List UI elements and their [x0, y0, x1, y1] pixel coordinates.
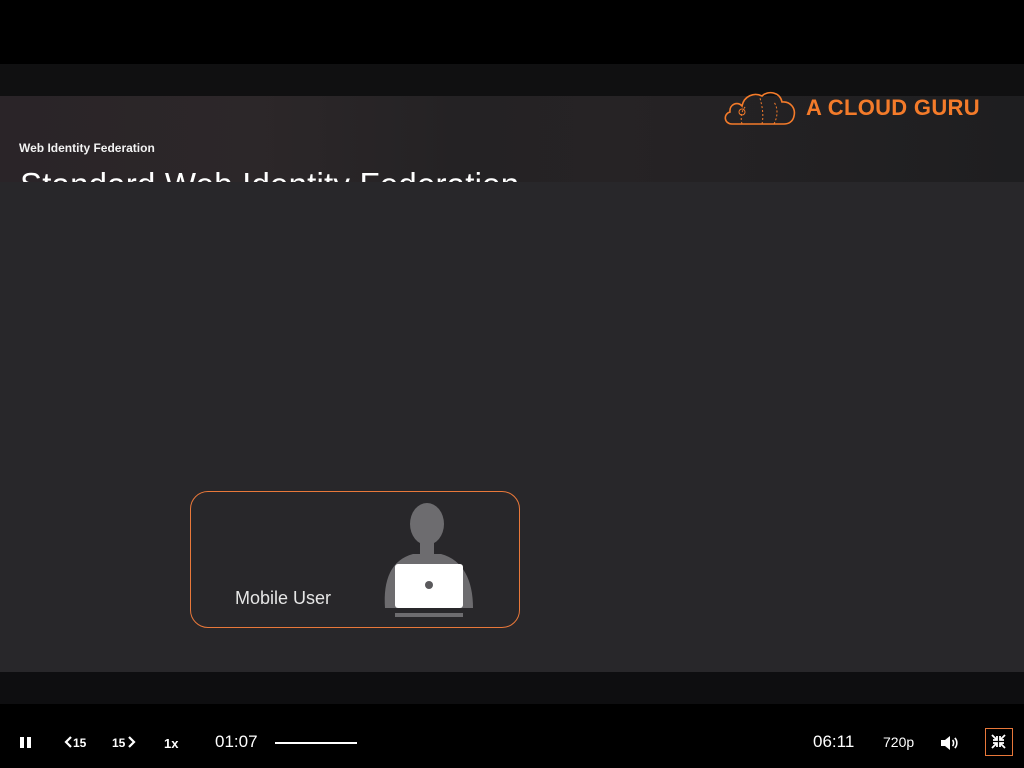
rewind-15-button[interactable]: 15: [62, 734, 96, 754]
progress-bar[interactable]: [275, 742, 357, 744]
mobile-user-box: Mobile User: [190, 491, 520, 628]
total-time: 06:11: [813, 732, 855, 751]
volume-button[interactable]: [939, 734, 959, 752]
user-laptop-icon: [384, 503, 473, 617]
video-player: Web Identity Federation Standard Web Ide…: [0, 0, 1024, 768]
rewind-label: 15: [73, 736, 87, 750]
chevron-left-icon: [64, 736, 72, 748]
exit-fullscreen-button[interactable]: [985, 728, 1013, 756]
pause-icon: [20, 737, 24, 748]
chevron-right-icon: [128, 736, 136, 748]
cloud-logo-icon: [724, 91, 796, 125]
letterbox-bottom: [0, 672, 1024, 704]
volume-icon: [941, 736, 958, 750]
mobile-user-label: Mobile User: [235, 588, 332, 608]
video-frame[interactable]: Web Identity Federation Standard Web Ide…: [0, 64, 1024, 704]
pause-icon: [27, 737, 31, 748]
slide-body: Mobile User: [0, 182, 1024, 672]
player-controls: 15 15 1x 01:07 06:11 720p: [0, 704, 1024, 768]
forward-15-button[interactable]: 15: [108, 734, 142, 754]
brand-name: A CLOUD GURU: [806, 95, 980, 120]
slide-subtitle: Web Identity Federation: [19, 141, 155, 155]
brand-logo: A CLOUD GURU: [722, 86, 1002, 130]
forward-label: 15: [112, 736, 126, 750]
playback-speed-button[interactable]: 1x: [164, 734, 188, 756]
exit-fullscreen-icon: [991, 734, 1006, 749]
quality-button[interactable]: 720p: [883, 734, 914, 750]
current-time: 01:07: [215, 732, 258, 751]
pause-button[interactable]: [14, 732, 38, 754]
